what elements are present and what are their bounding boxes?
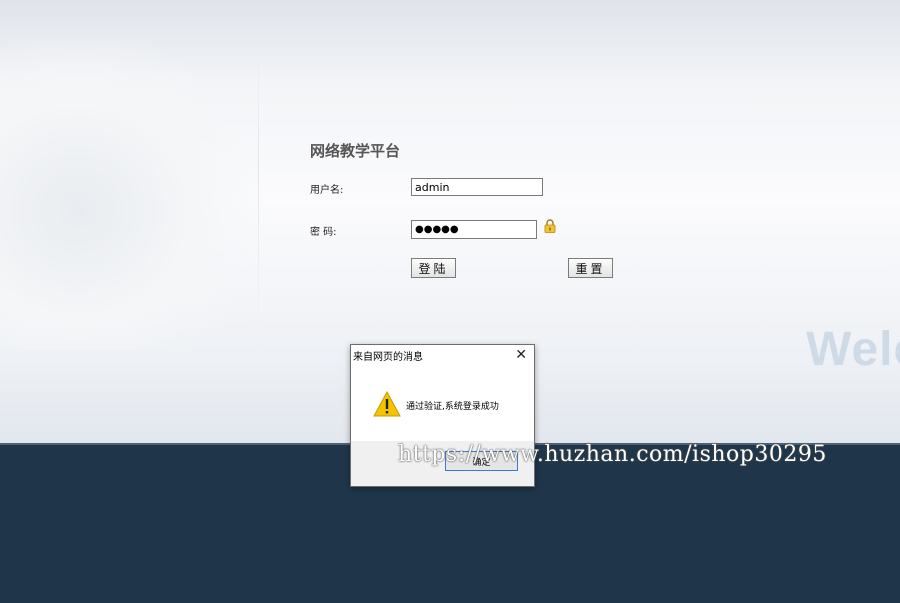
welcome-text: Welc: [806, 323, 900, 376]
page-title: 网络教学平台: [310, 142, 401, 160]
left-glow-decoration: [0, 40, 258, 350]
warning-icon: [373, 391, 401, 417]
dialog-title: 来自网页的消息: [353, 352, 423, 363]
close-icon[interactable]: ✕: [515, 346, 527, 364]
dialog-message: 通过验证,系统登录成功: [406, 402, 499, 412]
lock-icon: [544, 219, 556, 233]
username-input[interactable]: [411, 178, 543, 196]
password-input[interactable]: [411, 220, 537, 239]
username-label: 用户名:: [310, 185, 344, 196]
login-button[interactable]: 登陆: [411, 258, 456, 278]
watermark-text: https://www.huzhan.com/ishop30295: [398, 442, 827, 467]
vertical-divider: [258, 40, 259, 350]
password-label: 密 码:: [310, 227, 337, 238]
reset-button[interactable]: 重置: [568, 258, 613, 278]
